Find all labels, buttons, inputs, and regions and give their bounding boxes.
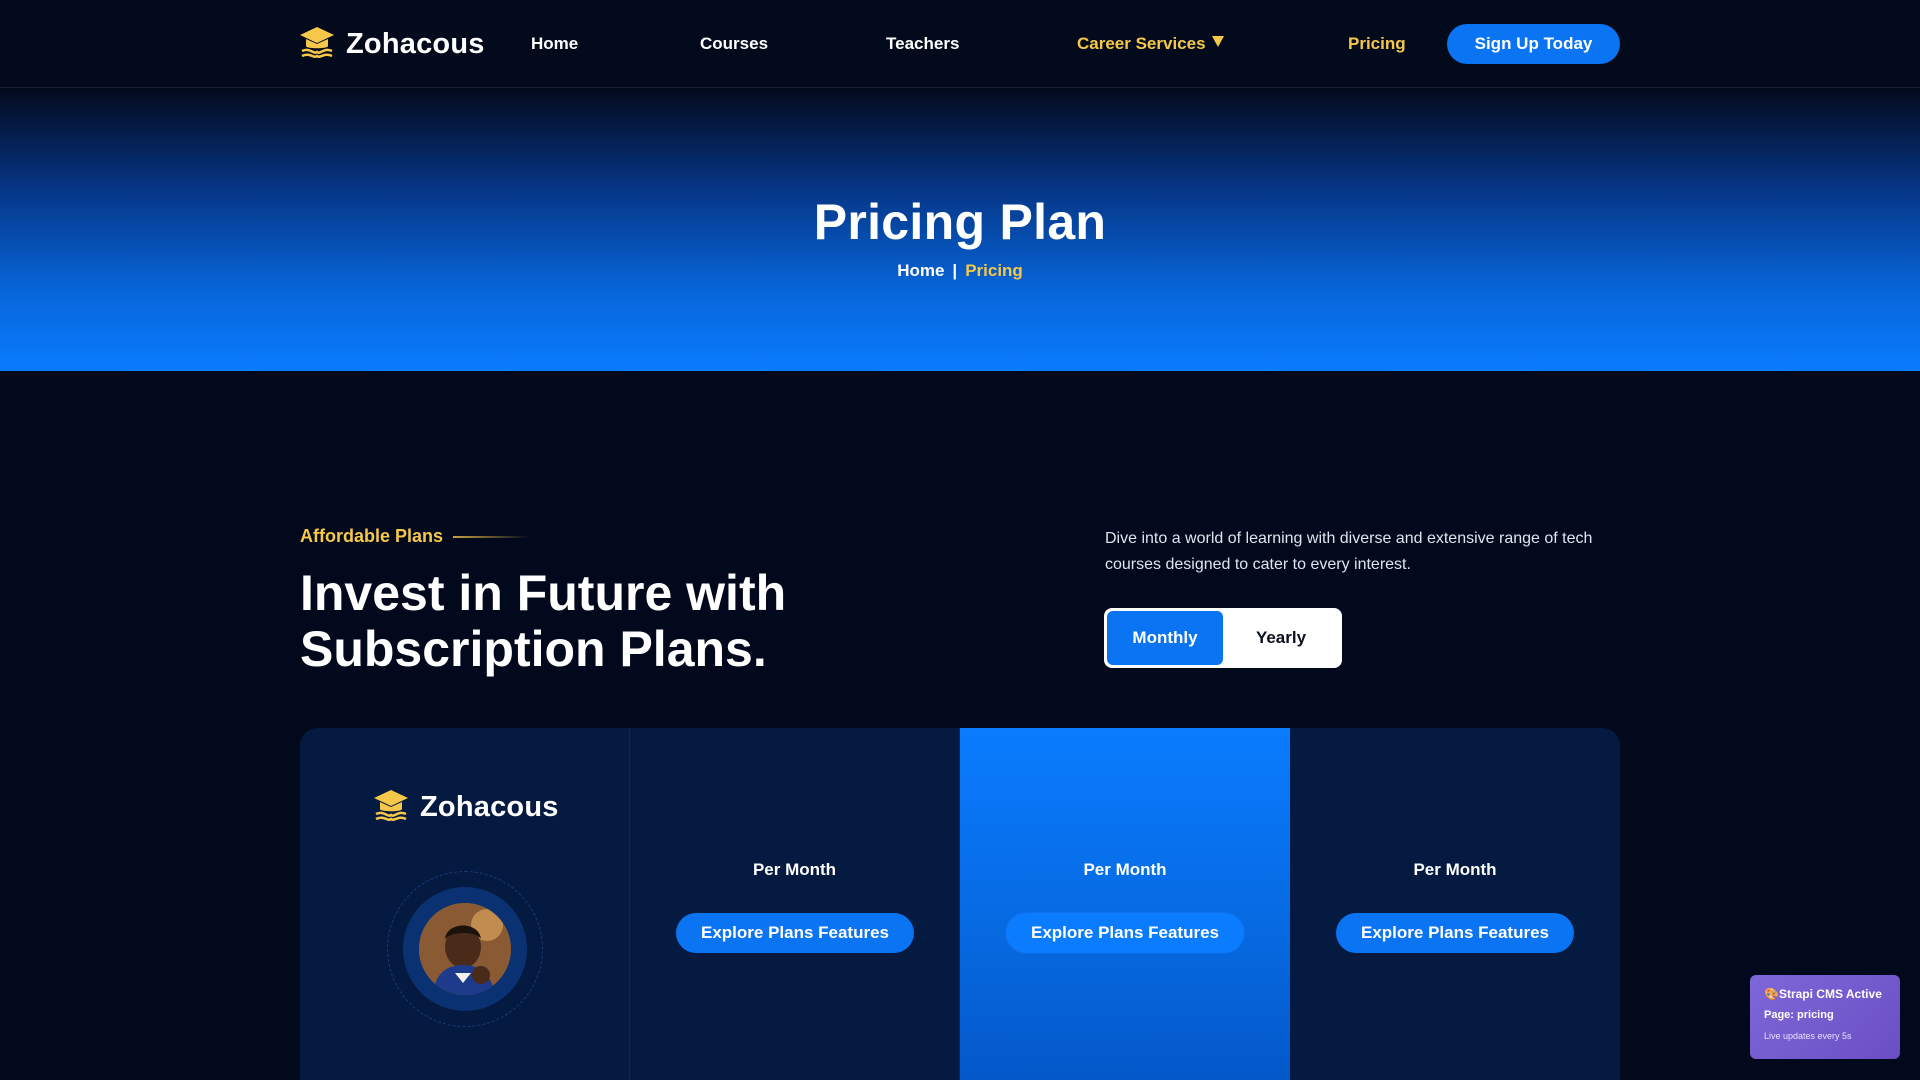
site-header: Zohacous Home Courses Teachers Career Se… xyxy=(0,0,1920,88)
sign-up-button[interactable]: Sign Up Today xyxy=(1447,24,1620,64)
avatar-ring xyxy=(403,887,527,1011)
pricing-plan-column: Per Month Explore Plans Features xyxy=(630,728,960,1080)
cms-title-text: Strapi CMS Active xyxy=(1778,987,1882,1001)
plan-period: Per Month xyxy=(1083,860,1167,879)
pricing-brand-column: Zohacous xyxy=(300,728,630,1080)
page-title: Pricing Plan xyxy=(813,194,1107,250)
graduation-cap-icon xyxy=(298,25,336,64)
breadcrumb-home[interactable]: Home xyxy=(897,261,944,280)
pricing-brand-logo: Zohacous xyxy=(372,788,559,827)
page-hero: Pricing Plan Home | Pricing xyxy=(0,89,1920,371)
heading-line-2: Subscription Plans. xyxy=(300,621,767,677)
avatar-frame xyxy=(387,871,543,1027)
pricing-table: Zohacous Per Month Explore Plans Feature… xyxy=(300,728,1620,1080)
nav-career-services[interactable]: Career Services xyxy=(1077,34,1206,54)
pricing-brand-name: Zohacous xyxy=(420,791,559,823)
explore-plan-button[interactable]: Explore Plans Features xyxy=(676,913,914,953)
toggle-yearly[interactable]: Yearly xyxy=(1223,611,1339,665)
cms-widget-title: 🎨Strapi CMS Active xyxy=(1764,987,1886,1001)
plan-period: Per Month xyxy=(752,860,837,879)
caret-down-icon[interactable] xyxy=(1211,34,1225,48)
graduation-cap-icon xyxy=(372,788,410,827)
nav-courses[interactable]: Courses xyxy=(700,34,768,54)
eyebrow-label: Affordable Plans xyxy=(300,526,444,546)
palette-icon: 🎨 xyxy=(1764,987,1779,1001)
avatar xyxy=(419,903,511,995)
plan-period: Per Month xyxy=(1413,860,1497,879)
heading-line-1: Invest in Future with xyxy=(300,565,787,621)
cms-status-widget[interactable]: 🎨Strapi CMS Active Page: pricing Live up… xyxy=(1750,975,1900,1059)
breadcrumb-separator: | xyxy=(952,261,958,280)
eyebrow-divider xyxy=(453,535,530,538)
breadcrumb-current: Pricing xyxy=(965,261,1023,280)
pricing-plan-column: Per Month Explore Plans Features xyxy=(1290,728,1620,1080)
toggle-monthly[interactable]: Monthly xyxy=(1107,611,1223,665)
explore-plan-button[interactable]: Explore Plans Features xyxy=(1006,913,1244,953)
brand-logo[interactable]: Zohacous xyxy=(298,24,485,64)
explore-plan-button[interactable]: Explore Plans Features xyxy=(1336,913,1574,953)
pricing-plan-column-featured: Per Month Explore Plans Features xyxy=(960,728,1290,1080)
cms-live-label: Live updates every 5s xyxy=(1764,1031,1852,1041)
cms-page-label: Page: pricing xyxy=(1764,1009,1834,1021)
nav-home[interactable]: Home xyxy=(531,34,578,54)
section-eyebrow: Affordable Plans xyxy=(300,526,530,547)
breadcrumb: Home | Pricing xyxy=(0,261,1920,281)
nav-teachers[interactable]: Teachers xyxy=(886,34,959,54)
section-description: Dive into a world of learning with diver… xyxy=(1105,530,1593,573)
nav-pricing[interactable]: Pricing xyxy=(1348,34,1406,54)
section-heading: Invest in Future with Subscription Plans… xyxy=(300,565,900,677)
brand-name: Zohacous xyxy=(346,27,485,60)
billing-toggle: Monthly Yearly xyxy=(1104,608,1342,668)
